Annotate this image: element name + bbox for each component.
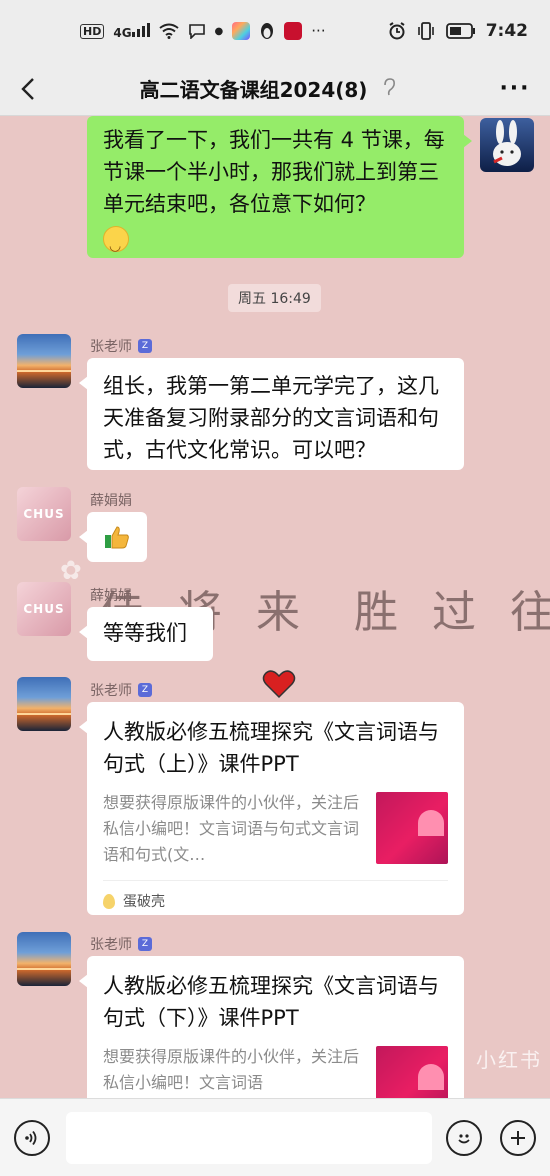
- card-title: 人教版必修五梳理探究《文言词语与句式（上）》课件PPT: [103, 720, 439, 776]
- card-title: 人教版必修五梳理探究《文言词语与句式（下）》课件PPT: [103, 974, 439, 1030]
- timestamp: 周五 16:49: [228, 284, 321, 312]
- news-app-icon: [284, 22, 303, 40]
- more-icon: ···: [499, 76, 531, 101]
- input-bar: [0, 1098, 550, 1176]
- my-avatar[interactable]: [480, 118, 534, 172]
- battery-icon: [445, 23, 475, 39]
- sender-name: 薛娟娟: [90, 493, 132, 509]
- sender-name: 薛娟娟: [90, 588, 132, 604]
- clock-time: 7:42: [485, 21, 528, 41]
- wifi-icon: [158, 23, 179, 39]
- message-text: 我看了一下，我们一共有 4 节课，每节课一个半小时，那我们就上到第三单元结束吧，…: [103, 128, 445, 216]
- wallpaper-watermark: 小红书: [476, 1048, 542, 1072]
- badge-icon: Z: [138, 683, 152, 697]
- avatar[interactable]: CHUS: [17, 582, 71, 636]
- card-thumbnail: [376, 1046, 448, 1098]
- back-arrow-icon: [21, 77, 34, 100]
- message-text: 组长，我第一第二单元学完了，这几天准备复习附录部分的文言词语和句式，古代文化常识…: [103, 374, 439, 462]
- voice-button[interactable]: [14, 1119, 50, 1156]
- thumbs-up-icon: [104, 526, 130, 555]
- card-description: 想要获得原版课件的小伙伴，关注后私信小编吧！文言词语: [103, 1047, 360, 1092]
- avatar[interactable]: [17, 677, 71, 731]
- ear-icon: [382, 77, 396, 101]
- sender-name: 张老师 Z: [90, 336, 152, 356]
- app-icon: [232, 22, 251, 40]
- badge-icon: Z: [138, 937, 152, 951]
- alarm-icon: [389, 22, 405, 40]
- chat-header: 高二语文备课组2024(8) ···: [0, 62, 550, 116]
- plus-icon: [511, 1130, 525, 1145]
- add-button[interactable]: [500, 1119, 536, 1156]
- egg-icon: [103, 893, 115, 909]
- chat-area[interactable]: ✿ 佳 将 来胜 过 往 小红书 我看了一下，我们一共有 4 节课，每节课一个半…: [0, 116, 550, 1098]
- heart-icon: [262, 670, 296, 699]
- link-card[interactable]: 人教版必修五梳理探究《文言词语与句式（上）》课件PPT 想要获得原版课件的小伙伴…: [79, 702, 464, 915]
- emoji-icon: [458, 1133, 470, 1143]
- dot-icon: ●: [214, 25, 224, 37]
- message-bubble[interactable]: 组长，我第一第二单元学完了，这几天准备复习附录部分的文言词语和句式，古代文化常识…: [79, 358, 464, 470]
- smile-emoji-icon: [103, 226, 129, 262]
- card-thumbnail: [376, 792, 448, 864]
- hd-icon: HD: [80, 23, 105, 39]
- message-input[interactable]: [66, 1111, 432, 1164]
- card-description: 想要获得原版课件的小伙伴，关注后私信小编吧！文言词语与句式文言词语和句式(文…: [103, 793, 360, 864]
- message-bubble-own[interactable]: 我看了一下，我们一共有 4 节课，每节课一个半小时，那我们就上到第三单元结束吧，…: [87, 116, 472, 262]
- vibrate-icon: [417, 22, 434, 40]
- voice-icon: [25, 1130, 37, 1145]
- sender-name: 张老师 Z: [90, 680, 152, 700]
- back-button[interactable]: [0, 77, 56, 101]
- chat-title: 高二语文备课组2024(8): [139, 78, 368, 102]
- signal-icon: 4G: [113, 22, 150, 40]
- avatar[interactable]: [17, 334, 71, 388]
- link-card[interactable]: 人教版必修五梳理探究《文言词语与句式（下）》课件PPT 想要获得原版课件的小伙伴…: [79, 956, 464, 1098]
- chat-title-wrap: 高二语文备课组2024(8): [56, 74, 480, 103]
- more-button[interactable]: ···: [480, 76, 550, 101]
- card-source: 蛋破壳: [103, 880, 448, 923]
- avatar[interactable]: [17, 932, 71, 986]
- badge-icon: Z: [138, 339, 152, 353]
- message-bubble[interactable]: [79, 512, 147, 562]
- emoji-button[interactable]: [446, 1119, 482, 1156]
- penguin-icon: [261, 23, 274, 39]
- message-bubble[interactable]: 等等我们: [79, 607, 213, 661]
- more-dots-icon: ···: [311, 22, 326, 40]
- status-bar: HD 4G ● ··· 7:42: [0, 0, 550, 62]
- chat-bubble-icon: [188, 24, 205, 39]
- avatar[interactable]: CHUS: [17, 487, 71, 541]
- message-text: 等等我们: [103, 621, 187, 645]
- sender-name: 张老师 Z: [90, 934, 152, 954]
